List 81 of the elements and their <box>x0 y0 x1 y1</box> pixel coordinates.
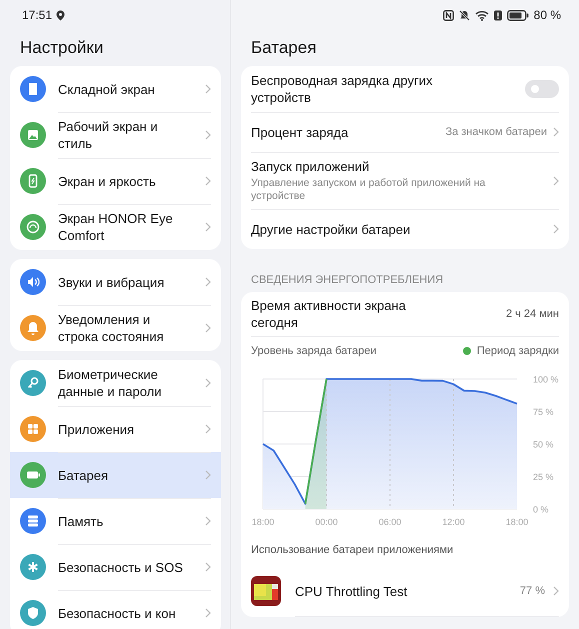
screen-time-label: Время активности экрана сегодня <box>251 297 407 331</box>
toggle-switch[interactable] <box>525 80 559 98</box>
setting-label: Беспроводная зарядка других устройств <box>251 72 434 106</box>
axis-tick-label: 25 % <box>533 472 554 482</box>
page-title: Настройки <box>19 37 104 59</box>
axis-tick-label: 12:00 <box>442 517 465 527</box>
sidebar-item[interactable]: Память <box>10 498 221 544</box>
nfc-icon <box>442 10 454 20</box>
toggle-row[interactable]: Беспроводная зарядка других устройств <box>241 66 569 112</box>
sidebar-item[interactable]: Уведомления и строка состояния <box>10 305 221 351</box>
chevron-icon <box>205 516 211 526</box>
chart-title: Уровень заряда батареи <box>251 345 376 357</box>
sidebar-item[interactable]: Экран и яркость <box>10 158 221 204</box>
sidebar-item-label: Память <box>58 512 104 530</box>
screen-time-value: 2 ч 24 мин <box>506 308 559 320</box>
chevron-icon <box>205 608 211 618</box>
sidebar-item[interactable]: Звуки и вибрация <box>10 259 221 305</box>
battery-percentage: 80 % <box>534 8 561 22</box>
axis-tick-label: 18:00 <box>252 517 274 527</box>
settings-row[interactable]: Процент заряда За значком батареи <box>241 112 569 152</box>
setting-label: Другие настройки батареи <box>251 220 412 238</box>
chevron-icon <box>205 562 211 572</box>
app-icon <box>251 576 281 606</box>
chevron-icon <box>553 127 559 137</box>
setting-value: За значком батареи <box>445 126 547 138</box>
legend-label: Период зарядки <box>476 345 559 357</box>
app-usage-percentage: 77 % <box>520 585 545 597</box>
chevron-icon <box>205 424 211 434</box>
chevron-icon <box>205 470 211 480</box>
sidebar-item-label: Приложения <box>58 420 136 438</box>
chevron-icon <box>553 586 559 596</box>
chevron-icon <box>205 277 211 287</box>
chevron-icon <box>205 176 211 186</box>
page-title: Батарея <box>250 37 318 59</box>
axis-tick-label: 0 % <box>533 504 549 514</box>
apps-section-title: Использование батареи приложениями <box>251 543 454 558</box>
sidebar-item[interactable]: Биометрические данные и пароли <box>10 360 221 406</box>
sidebar-item-label: Батарея <box>58 466 110 484</box>
battery-icon <box>506 10 529 20</box>
alert-icon <box>494 10 502 20</box>
sidebar-item-label: Складной экран <box>58 80 156 98</box>
chevron-icon <box>205 323 211 333</box>
chevron-icon <box>205 84 211 94</box>
sidebar-item-label: Рабочий экран и стиль <box>58 118 159 152</box>
axis-tick-label: 50 % <box>533 440 554 450</box>
setting-label: Запуск приложений <box>251 158 370 175</box>
sidebar-item[interactable]: Безопасность и SOS <box>10 544 221 590</box>
axis-tick-label: 100 % <box>533 374 559 384</box>
sidebar-item-label: Уведомления и строка состояния <box>58 311 165 345</box>
sidebar-item[interactable]: Безопасность и кон <box>10 590 221 629</box>
axis-tick-label: 18:00 <box>506 517 528 527</box>
axis-tick-label: 00:00 <box>315 517 338 527</box>
sidebar-item[interactable]: Складной экран <box>10 66 221 112</box>
setting-description: Управление запуском и работой приложений на устройстве <box>251 177 486 203</box>
settings-row[interactable]: Другие настройки батареи <box>241 209 569 249</box>
sidebar-item[interactable]: Приложения <box>10 406 221 452</box>
sidebar-item-label: Экран и яркость <box>58 172 157 190</box>
sidebar-item[interactable]: Батарея <box>10 452 221 498</box>
sidebar-item-label: Звуки и вибрация <box>58 274 166 290</box>
section-header: СВЕДЕНИЯ ЭНЕРГОПОТРЕБЛЕНИЯ <box>250 273 444 288</box>
sidebar-item-label: Экран HONOR Eye Comfort <box>58 210 174 244</box>
muted-bell-icon <box>458 10 470 20</box>
sidebar-item[interactable]: Рабочий экран и стиль <box>10 112 221 158</box>
chevron-icon <box>205 130 211 140</box>
axis-tick-label: 75 % <box>533 407 554 417</box>
sidebar-item-label: Биометрические данные и пароли <box>58 366 163 400</box>
sidebar-item-label: Безопасность и SOS <box>58 558 184 576</box>
axis-tick-label: 06:00 <box>378 517 402 527</box>
app-usage-row[interactable]: CPU Throttling Test 77 % <box>251 564 559 616</box>
sidebar-item-label: Безопасность и кон <box>58 604 177 622</box>
sidebar-item[interactable]: Экран HONOR Eye Comfort <box>10 204 221 250</box>
wifi-icon <box>474 10 489 20</box>
setting-label: Процент заряда <box>251 124 350 140</box>
clock: 17:51 <box>22 8 52 22</box>
chevron-icon <box>553 224 559 234</box>
settings-row[interactable]: Запуск приложений Управление запуском и работой приложений на устройстве <box>241 152 569 209</box>
location-icon <box>56 10 66 20</box>
chevron-icon <box>205 222 211 232</box>
app-name: CPU Throttling Test <box>295 584 408 598</box>
chevron-icon <box>553 176 559 186</box>
chevron-icon <box>205 378 211 388</box>
